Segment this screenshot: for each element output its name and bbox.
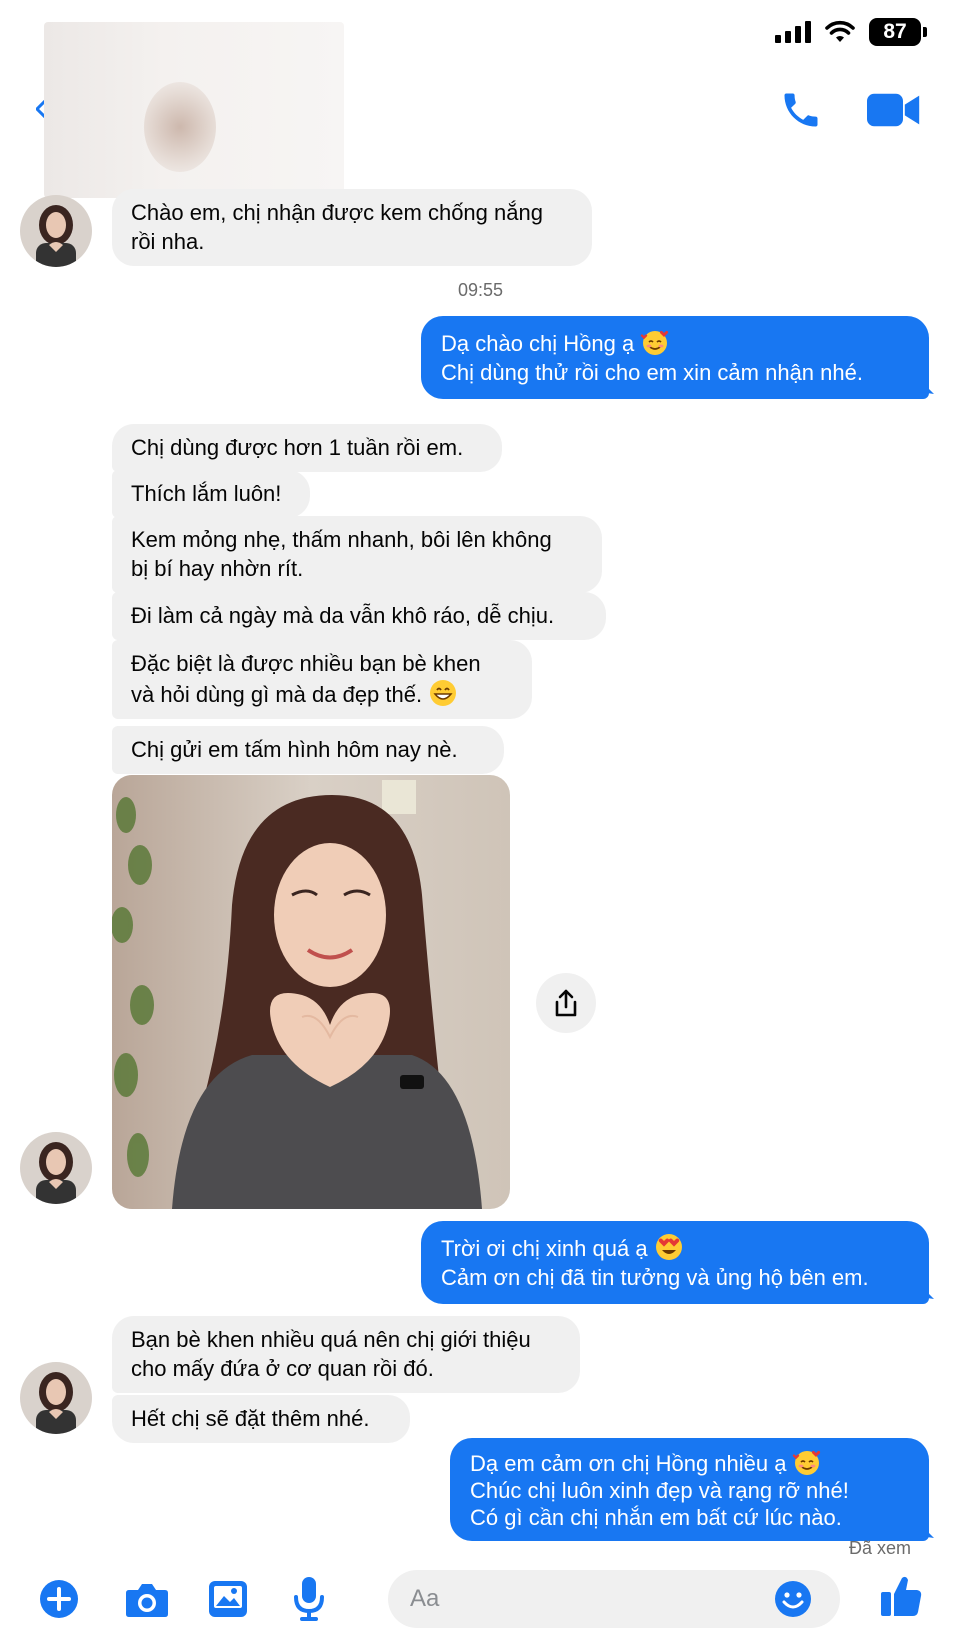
wifi-icon xyxy=(825,20,855,42)
outgoing-message[interactable]: Dạ chào chị Hồng ạ Chị dùng thử rồi cho … xyxy=(421,316,929,399)
message-text: Chị dùng được hơn 1 tuần rồi em. xyxy=(131,435,464,460)
outgoing-message[interactable]: Dạ em cảm ơn chị Hồng nhiều ạ Chúc chị l… xyxy=(450,1438,929,1541)
message-text: Trời ơi chị xinh quá ạ xyxy=(441,1236,648,1261)
message-text: Bạn bè khen nhiều quá nên chị giới thiệu… xyxy=(131,1327,531,1381)
seen-status: Đã xem xyxy=(848,1538,911,1558)
message-text-line-2: Chúc chị luôn xinh đẹp và rạng rỡ nhé! C… xyxy=(470,1478,849,1530)
battery-indicator: 87 xyxy=(869,18,927,46)
message-input[interactable]: Aa xyxy=(388,1570,840,1628)
contact-avatar[interactable] xyxy=(20,195,92,267)
incoming-message[interactable]: Chào em, chị nhận được kem chống nắng rồ… xyxy=(112,189,592,266)
message-text: Dạ chào chị Hồng ạ xyxy=(441,331,635,356)
message-timestamp: 09:55 xyxy=(457,280,504,300)
gallery-icon[interactable] xyxy=(208,1580,248,1618)
message-text: Đi làm cả ngày mà da vẫn khô ráo, dễ chị… xyxy=(131,603,555,628)
header-actions xyxy=(779,88,921,132)
bubble-tail xyxy=(920,1524,934,1538)
incoming-message[interactable]: Bạn bè khen nhiều quá nên chị giới thiệu… xyxy=(112,1316,580,1393)
smiling-face-with-hearts-icon xyxy=(793,1450,821,1475)
battery-level: 87 xyxy=(883,20,907,43)
message-text-line-2: Cảm ơn chị đã tin tưởng và ủng hộ bên em… xyxy=(441,1265,869,1290)
camera-icon[interactable] xyxy=(125,1582,169,1618)
bubble-tail xyxy=(920,1285,934,1299)
message-text: Chào em, chị nhận được kem chống nắng rồ… xyxy=(131,200,543,254)
like-icon[interactable] xyxy=(880,1574,922,1618)
share-icon xyxy=(555,989,577,1017)
shared-photo[interactable] xyxy=(112,775,510,1209)
message-composer: Aa xyxy=(0,1568,961,1632)
plus-icon[interactable] xyxy=(38,1578,80,1620)
cellular-signal-icon xyxy=(775,21,811,43)
heart-eyes-icon xyxy=(655,1234,682,1260)
incoming-message[interactable]: Chị dùng được hơn 1 tuần rồi em. xyxy=(112,424,502,472)
incoming-message[interactable]: Đi làm cả ngày mà da vẫn khô ráo, dễ chị… xyxy=(112,592,606,640)
message-text: Hết chị sẽ đặt thêm nhé. xyxy=(131,1406,370,1431)
phone-icon[interactable] xyxy=(779,88,823,132)
contact-avatar[interactable] xyxy=(20,1362,92,1434)
smiling-face-with-hearts-icon xyxy=(641,330,669,355)
message-text: Thích lắm luôn! xyxy=(131,481,282,506)
incoming-message[interactable]: Chị gửi em tấm hình hôm nay nè. xyxy=(112,726,504,774)
status-bar: 87 xyxy=(775,18,927,46)
incoming-message[interactable]: Hết chị sẽ đặt thêm nhé. xyxy=(112,1395,410,1443)
message-text: Chị gửi em tấm hình hôm nay nè. xyxy=(131,737,458,762)
contact-avatar[interactable] xyxy=(20,1132,92,1204)
incoming-message[interactable]: Thích lắm luôn! xyxy=(112,470,310,518)
microphone-icon[interactable] xyxy=(293,1576,325,1622)
incoming-message[interactable]: Đặc biệt là được nhiều bạn bè khen và hỏ… xyxy=(112,640,532,719)
message-text-line-2: Chị dùng thử rồi cho em xin cảm nhận nhé… xyxy=(441,360,863,385)
outgoing-message[interactable]: Trời ơi chị xinh quá ạ Cảm ơn chị đã tin… xyxy=(421,1221,929,1304)
contact-avatar xyxy=(144,82,216,172)
message-input-placeholder: Aa xyxy=(410,1585,440,1612)
bubble-tail xyxy=(920,380,934,394)
video-call-icon[interactable] xyxy=(867,91,921,129)
incoming-message[interactable]: Kem mỏng nhẹ, thấm nhanh, bôi lên không … xyxy=(112,516,602,593)
grinning-face-icon xyxy=(430,680,457,706)
message-text: Kem mỏng nhẹ, thấm nhanh, bôi lên không … xyxy=(131,527,552,581)
share-button[interactable] xyxy=(536,973,596,1033)
blurred-contact-header[interactable] xyxy=(44,22,344,198)
emoji-icon[interactable] xyxy=(774,1580,812,1618)
message-text: Dạ em cảm ơn chị Hồng nhiều ạ xyxy=(470,1451,787,1476)
